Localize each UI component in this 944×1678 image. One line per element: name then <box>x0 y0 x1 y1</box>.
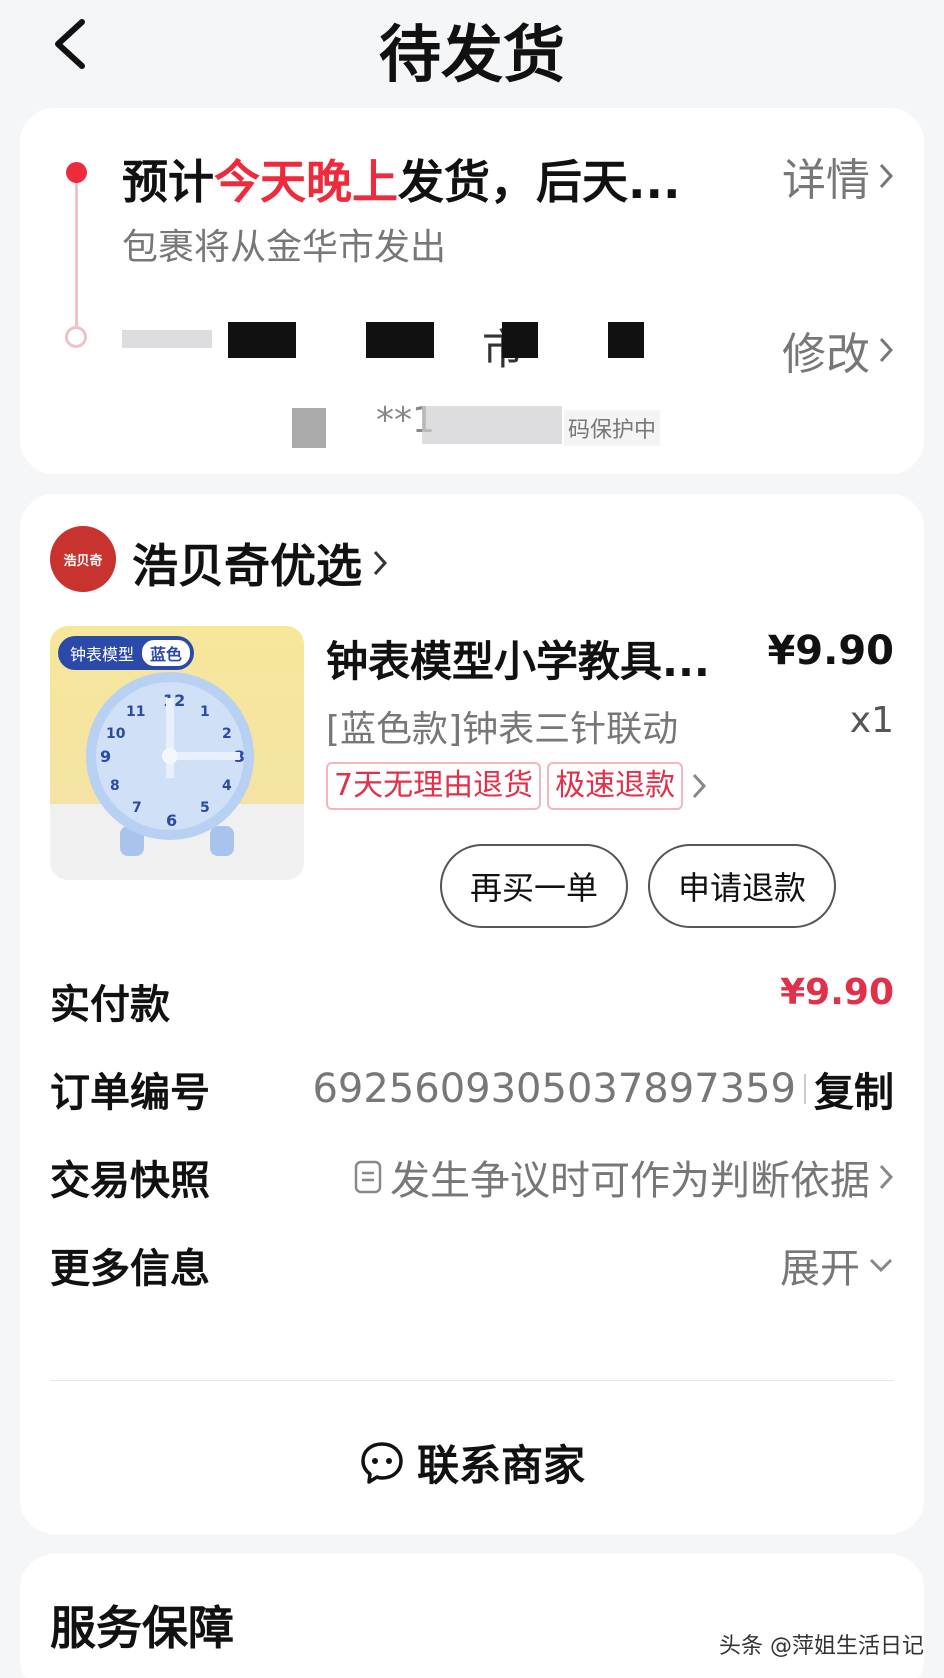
redacted-block <box>608 322 644 358</box>
expand-group: 展开 <box>780 1236 894 1294</box>
redacted-block <box>366 322 434 358</box>
product-quantity: x1 <box>849 700 894 741</box>
paid-value: ¥9.90 <box>780 972 894 1013</box>
chevron-down-icon <box>869 1258 893 1273</box>
paid-label: 实付款 <box>50 982 170 1028</box>
product-title[interactable]: 钟表模型小学教具... <box>326 628 710 689</box>
service-title: 服务保障 <box>50 1601 234 1655</box>
image-tag: 钟表模型 蓝色 <box>58 636 195 670</box>
modify-address-link[interactable]: 修改 <box>782 318 894 382</box>
chevron-right-icon <box>879 337 894 363</box>
timeline-dot-active <box>66 162 87 183</box>
detail-link[interactable]: 详情 <box>782 144 894 208</box>
redacted-block <box>502 322 538 358</box>
snapshot-value-group: 发生争议时可作为判断依据 <box>354 1148 894 1206</box>
expand-label: 展开 <box>780 1246 860 1292</box>
order-number-value-group: 6925609305037897359 复制 <box>312 1060 894 1118</box>
order-number-label: 订单编号 <box>50 1070 210 1116</box>
ship-origin: 包裹将从金华市发出 <box>122 227 447 268</box>
address-row: 市 <box>122 306 742 376</box>
order-card: 浩贝奇 浩贝奇优选 12 3 6 9 1 2 4 5 7 8 10 11 钟表 <box>20 494 924 1534</box>
tag-return: 7天无理由退货 <box>326 762 542 810</box>
privacy-text: 码保护中 <box>564 410 661 446</box>
order-number-row: 订单编号 6925609305037897359 复制 <box>50 1060 894 1120</box>
svg-text:9: 9 <box>100 747 111 766</box>
redacted-blur <box>422 406 562 444</box>
svg-text:11: 11 <box>126 704 145 720</box>
refund-button[interactable]: 申请退款 <box>648 844 836 928</box>
svg-text:8: 8 <box>110 778 120 794</box>
chevron-right-icon <box>692 773 707 799</box>
redacted-blur <box>122 330 212 348</box>
copy-button[interactable]: 复制 <box>814 1060 894 1118</box>
svg-text:6: 6 <box>166 811 177 830</box>
contact-seller-button[interactable]: 联系商家 <box>20 1432 924 1493</box>
svg-text:2: 2 <box>222 726 232 742</box>
document-icon <box>354 1160 382 1194</box>
chevron-right-icon <box>373 550 388 576</box>
chevron-right-icon <box>879 1164 894 1190</box>
product-spec: [蓝色款]钟表三针联动 <box>326 709 679 750</box>
svg-text:5: 5 <box>200 800 210 816</box>
ship-estimate: 预计今天晚上发货，后天... <box>122 155 681 209</box>
timeline-dot-address <box>65 326 87 348</box>
order-number-value: 6925609305037897359 <box>312 1066 796 1112</box>
svg-text:1: 1 <box>200 704 210 720</box>
svg-text:4: 4 <box>222 778 232 794</box>
snapshot-value: 发生争议时可作为判断依据 <box>390 1158 870 1204</box>
shop-logo: 浩贝奇 <box>50 526 116 592</box>
redacted-blur <box>292 408 326 448</box>
page-title: 待发货 <box>378 18 565 91</box>
paid-row: 实付款 ¥9.90 <box>50 972 894 1032</box>
product-image[interactable]: 12 3 6 9 1 2 4 5 7 8 10 11 钟表模型 蓝色 <box>50 626 304 880</box>
tag-fast-refund: 极速退款 <box>547 762 684 810</box>
divider <box>50 1380 894 1381</box>
more-info-row[interactable]: 更多信息 展开 <box>50 1236 894 1296</box>
header: 待发货 <box>0 0 944 92</box>
separator <box>804 1074 806 1104</box>
timeline-line <box>75 173 78 333</box>
chevron-right-icon <box>879 163 894 189</box>
chat-icon <box>361 1441 403 1484</box>
snapshot-row[interactable]: 交易快照 发生争议时可作为判断依据 <box>50 1148 894 1208</box>
rebuy-button[interactable]: 再买一单 <box>440 844 628 928</box>
more-info-label: 更多信息 <box>50 1246 210 1292</box>
shipping-card: 预计今天晚上发货，后天... 详情 包裹将从金华市发出 市 修改 **1 码保护… <box>20 108 924 474</box>
shop-name-link[interactable]: 浩贝奇优选 <box>132 530 388 596</box>
product-price: ¥9.90 <box>767 628 894 674</box>
svg-text:10: 10 <box>106 726 126 742</box>
svg-text:7: 7 <box>132 800 142 816</box>
snapshot-label: 交易快照 <box>50 1158 210 1204</box>
phone-row: **1 码保护中 <box>292 398 672 448</box>
redacted-block <box>228 322 296 358</box>
service-tags[interactable]: 7天无理由退货 极速退款 <box>326 762 709 810</box>
watermark: 头条 @萍姐生活日记 <box>719 1634 924 1659</box>
